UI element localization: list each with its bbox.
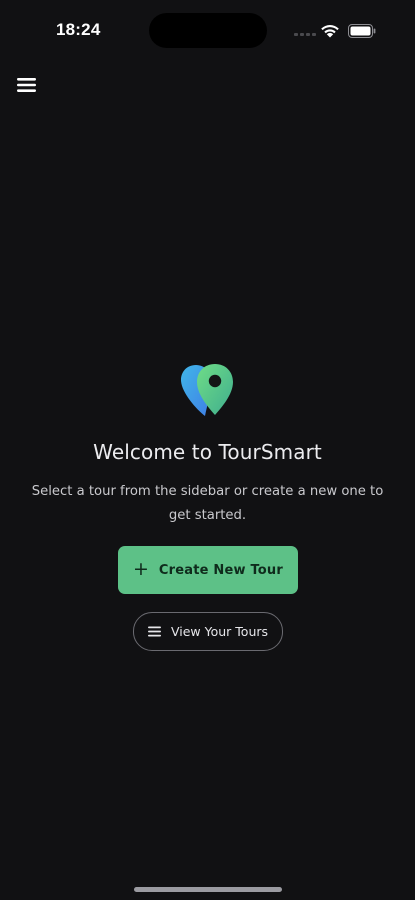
welcome-subtitle: Select a tour from the sidebar or create… <box>31 484 384 523</box>
dynamic-island <box>149 13 267 48</box>
create-new-tour-label: Create New Tour <box>158 562 283 578</box>
view-your-tours-button[interactable]: View Your Tours <box>133 612 283 651</box>
welcome-title: Welcome to TourSmart <box>93 440 322 464</box>
hamburger-menu-icon <box>17 78 36 92</box>
map-pin-logo-icon <box>181 364 233 416</box>
list-icon <box>147 626 161 637</box>
plus-icon: + <box>133 557 149 580</box>
create-new-tour-button[interactable]: + Create New Tour <box>118 546 298 594</box>
battery-icon <box>348 24 376 38</box>
status-time: 18:24 <box>56 20 101 39</box>
home-indicator[interactable] <box>134 887 282 892</box>
status-bar: 18:24 <box>0 0 415 60</box>
menu-button[interactable] <box>12 72 42 98</box>
wifi-icon <box>321 25 339 38</box>
view-your-tours-label: View Your Tours <box>170 624 269 639</box>
cellular-signal-icon <box>294 33 316 37</box>
